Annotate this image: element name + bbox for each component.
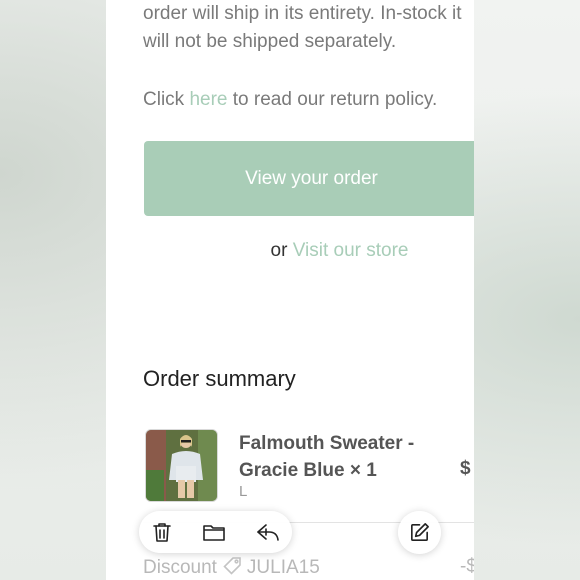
compose-button[interactable] (398, 511, 441, 554)
or-text: or (270, 240, 293, 261)
return-policy-link[interactable]: here (189, 89, 227, 110)
discount-row: Discount JULIA15 -$ (143, 556, 474, 580)
product-variant: L (239, 483, 248, 500)
product-price: $ (460, 458, 471, 479)
mail-action-toolbar (139, 511, 292, 553)
shipping-text-line-2: will not be shipped separately. (143, 31, 397, 52)
folder-icon[interactable] (202, 520, 226, 544)
visit-store-line: or Visit our store (106, 240, 474, 262)
shipping-text-line-1: order will ship in its entirety. In-stoc… (143, 3, 462, 24)
return-policy-prefix: Click (143, 89, 190, 110)
view-order-button[interactable]: View your order (144, 141, 474, 216)
discount-amount: -$ (460, 556, 474, 577)
discount-code: JULIA15 (246, 557, 320, 578)
compose-icon (411, 523, 429, 541)
discount-label: Discount (143, 557, 217, 578)
return-policy-text: Click here to read our return policy. (143, 86, 474, 114)
tag-icon (223, 556, 243, 580)
order-summary-title: Order summary (143, 366, 296, 391)
email-body[interactable]: order will ship in its entirety. In-stoc… (106, 0, 474, 580)
product-name: Falmouth Sweater - Gracie Blue × 1 (239, 433, 415, 481)
product-thumbnail (145, 429, 218, 502)
visit-store-link[interactable]: Visit our store (293, 240, 409, 261)
return-policy-suffix: to read our return policy. (227, 89, 438, 110)
reply-icon[interactable] (255, 520, 279, 544)
trash-icon[interactable] (150, 520, 174, 544)
